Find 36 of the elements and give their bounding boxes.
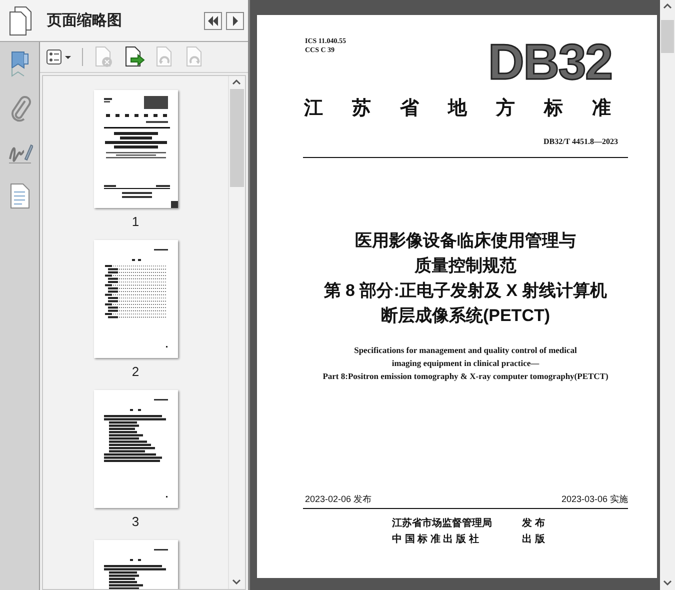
standard-number: DB32/T 4451.8—2023 bbox=[543, 137, 618, 147]
paperclip-icon[interactable] bbox=[8, 95, 30, 122]
panel-title: 页面缩略图 bbox=[47, 11, 123, 30]
publisher-name: 中 国 标 准 出 版 社 bbox=[392, 534, 480, 546]
publisher-name: 江苏省市场监督管理局 bbox=[392, 518, 492, 530]
page-number: 1 bbox=[132, 213, 140, 231]
double-left-arrow-icon bbox=[207, 16, 219, 26]
document-title: 质量控制规范 bbox=[414, 255, 516, 277]
publisher-role: 发 布 bbox=[522, 518, 545, 530]
page-number: 3 bbox=[132, 513, 140, 531]
pages-icon[interactable] bbox=[8, 6, 34, 36]
effective-date: 2023-03-06 实施 bbox=[561, 493, 628, 505]
publisher-role: 出 版 bbox=[522, 534, 545, 546]
collapse-panel-button[interactable] bbox=[204, 12, 222, 30]
english-title: Specifications for management and quality control of medical bbox=[354, 344, 577, 357]
document-title: 断层成像系统(PETCT) bbox=[380, 305, 550, 327]
right-arrow-icon bbox=[231, 16, 239, 26]
bookmark-icon[interactable] bbox=[10, 51, 30, 78]
english-title: Part 8:Positron emission tomography & X-ray computer tomography(PETCT) bbox=[322, 370, 608, 383]
issuer-heading: 江 苏 省 地 方 标 准 bbox=[304, 97, 611, 121]
page-thumbnail[interactable] bbox=[94, 240, 178, 358]
scroll-thumb[interactable] bbox=[661, 20, 674, 53]
english-title: imaging equipment in clinical practice— bbox=[392, 357, 540, 370]
document-icon[interactable] bbox=[10, 183, 30, 209]
page-insert-button[interactable] bbox=[123, 45, 145, 69]
page-thumbnail[interactable] bbox=[94, 90, 178, 208]
page-thumbnail[interactable] bbox=[94, 390, 178, 508]
page-number: 2 bbox=[132, 363, 140, 381]
expand-panel-button[interactable] bbox=[226, 12, 244, 30]
issue-date: 2023-02-06 发布 bbox=[305, 493, 372, 505]
scrollbar[interactable] bbox=[660, 0, 675, 590]
document-title: 第 8 部分:正电子发射及 X 射线计算机 bbox=[324, 280, 608, 302]
standard-logo: DB32 bbox=[488, 37, 612, 87]
scroll-thumb[interactable] bbox=[230, 89, 244, 187]
scrollbar[interactable] bbox=[228, 76, 245, 589]
document-title: 医用影像设备临床使用管理与 bbox=[355, 230, 576, 252]
